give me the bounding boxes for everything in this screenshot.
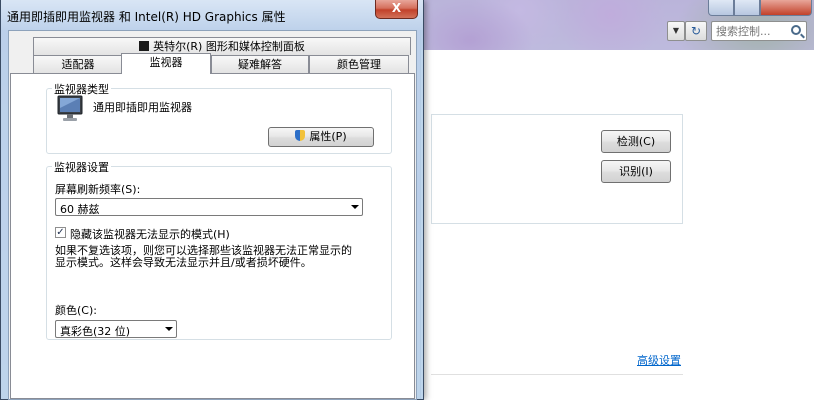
dialog-title: 通用即插即用监视器 和 Intel(R) HD Graphics 属性 xyxy=(7,10,286,24)
refresh-icon: ↻ xyxy=(690,24,702,38)
title-bar: 通用即插即用监视器 和 Intel(R) HD Graphics 属性 X xyxy=(1,0,423,30)
tab-troubleshoot[interactable]: 疑难解答 xyxy=(211,55,309,73)
separator xyxy=(431,374,683,375)
monitor-properties-button[interactable]: 属性(P) xyxy=(268,127,374,147)
address-dropdown-button[interactable]: ▼ xyxy=(667,21,685,41)
close-button[interactable] xyxy=(760,0,812,16)
maximize-button[interactable] xyxy=(734,0,760,16)
identify-button[interactable]: 识别(I) xyxy=(601,160,671,183)
refresh-rate-select[interactable]: 60 赫兹 xyxy=(55,198,363,216)
intel-icon xyxy=(139,41,150,51)
minimize-button[interactable] xyxy=(708,0,734,16)
tab-monitor[interactable]: 监视器 xyxy=(121,53,211,74)
search-box[interactable] xyxy=(711,21,807,41)
hide-modes-checkbox[interactable]: ✓ xyxy=(55,227,66,238)
tab-label: 英特尔(R) 图形和媒体控制面板 xyxy=(153,40,305,53)
refresh-button[interactable]: ↻ xyxy=(685,21,707,41)
refresh-rate-label: 屏幕刷新频率(S): xyxy=(55,183,141,196)
monitor-name: 通用即插即用监视器 xyxy=(93,101,192,114)
tab-label: 监视器 xyxy=(149,56,183,69)
warning-text-line2: 显示模式。这样会导致无法显示并且/或者损坏硬件。 xyxy=(55,256,312,269)
monitor-icon xyxy=(57,95,83,121)
chevron-down-icon xyxy=(165,327,173,331)
search-input[interactable] xyxy=(716,24,784,38)
colors-select[interactable]: 真彩色(32 位) xyxy=(55,320,177,338)
close-icon: X xyxy=(391,1,402,15)
properties-label: 属性(P) xyxy=(309,130,347,143)
monitor-properties-dialog: 通用即插即用监视器 和 Intel(R) HD Graphics 属性 X 英特… xyxy=(0,0,424,400)
colors-value: 真彩色(32 位) xyxy=(60,325,131,338)
address-bar-row: ▼ ↻ xyxy=(421,16,814,44)
monitor-settings-legend: 监视器设置 xyxy=(52,159,111,175)
close-button[interactable]: X xyxy=(375,0,418,19)
tab-label: 疑难解答 xyxy=(238,58,282,71)
colors-label: 颜色(C): xyxy=(55,304,97,317)
detect-button[interactable]: 检测(C) xyxy=(601,130,671,153)
checkmark-icon: ✓ xyxy=(56,227,65,238)
tab-adapter[interactable]: 适配器 xyxy=(33,55,123,73)
tab-color-management[interactable]: 颜色管理 xyxy=(309,55,409,73)
tab-label: 适配器 xyxy=(61,58,95,71)
monitor-tab-panel: 监视器类型 通用即插即用监视器 属性(P) 监视器设置 屏幕刷新频率(S): 6… xyxy=(10,73,415,399)
search-icon[interactable] xyxy=(791,25,801,35)
chevron-down-icon xyxy=(351,205,359,209)
tab-label: 颜色管理 xyxy=(337,58,381,71)
window-content: 检测(C) 识别(I) 高级设置 xyxy=(421,50,814,400)
tab-intel-graphics[interactable]: 英特尔(R) 图形和媒体控制面板 xyxy=(33,37,411,55)
dialog-client: 英特尔(R) 图形和媒体控制面板 适配器 监视器 疑难解答 颜色管理 监视器类型… xyxy=(8,30,417,400)
shield-icon xyxy=(295,130,306,141)
hide-modes-label[interactable]: 隐藏该监视器无法显示的模式(H) xyxy=(70,226,230,242)
screen-resolution-window: ▼ ↻ 检测(C) 识别(I) 高级设置 xyxy=(420,0,814,400)
refresh-rate-value: 60 赫兹 xyxy=(60,203,100,216)
advanced-settings-link[interactable]: 高级设置 xyxy=(637,352,681,368)
